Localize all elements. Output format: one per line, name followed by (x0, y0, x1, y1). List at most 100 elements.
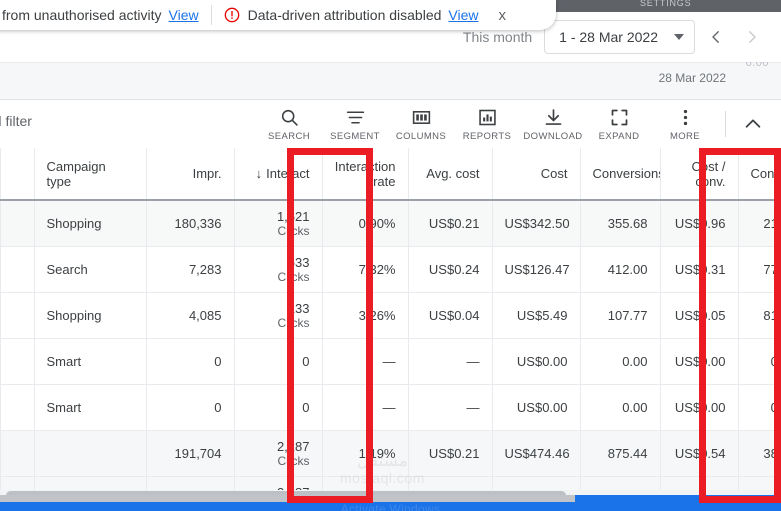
table-row[interactable]: Search 7,283 533 Clicks 7.32% US$0.24 US$126.4… (0, 246, 781, 293)
toast-left-view-link[interactable]: View (169, 7, 199, 23)
cell-campaign_type: Shopping (34, 292, 147, 339)
expand-button[interactable]: EXPAND (586, 101, 652, 147)
cell-impr-value: 0 (214, 399, 222, 415)
cell-cost-value: US$5.49 (516, 307, 568, 323)
cell-conversions: 875.44 (580, 430, 661, 477)
cell-impr-value: 7,283 (188, 261, 222, 277)
column-header-cost[interactable]: Cost (492, 148, 581, 201)
collapse-panel-button[interactable] (733, 104, 773, 144)
cell-interactions-value: 0 (302, 399, 310, 415)
cell-impr: 7,283 (146, 246, 235, 293)
reports-button[interactable]: REPORTS (454, 101, 520, 147)
cell-conversions-value: 875.44 (607, 445, 648, 461)
cell-cost_per_conv-value: US$0.00 (674, 399, 726, 415)
cell-cost: US$126.47 (492, 246, 581, 293)
row-star-cell[interactable] (0, 430, 35, 477)
column-header-conversions[interactable]: Conversions (580, 148, 661, 201)
column-header-interaction-rate[interactable]: Interaction rate (322, 148, 409, 201)
column-header-interactions[interactable]: ↓ Interact (234, 148, 323, 201)
cell-avg_cost: — (408, 338, 493, 385)
chevron-up-icon (745, 119, 761, 128)
next-period-button[interactable] (737, 22, 767, 52)
cell-impr-value: 180,336 (174, 215, 222, 231)
cell-interactions-unit: Clicks (277, 315, 310, 330)
cell-impr: 0 (146, 338, 235, 385)
cell-interaction_rate: 7.32% (322, 246, 409, 293)
cell-campaign_type-value: Smart (46, 353, 82, 369)
segment-button[interactable]: SEGMENT (322, 101, 388, 147)
row-star-cell[interactable] (0, 292, 35, 339)
cell-cost_per_conv-value: US$0.96 (674, 215, 726, 231)
scrollbar-track-remnant (0, 495, 575, 502)
table-toolbar: SEARCH SEGMENT COLUMNS REPORTS DOWNLOAD … (256, 100, 773, 148)
table-row[interactable]: Smart 0 0 — — US$0.00 0.00 US$0.00 0.00% (0, 338, 781, 385)
cell-cost: US$0.00 (492, 384, 581, 431)
row-star-cell[interactable] (0, 338, 35, 385)
cell-avg_cost-value: US$0.24 (428, 261, 480, 277)
bottom-blue-bar: Activate Windows (0, 495, 781, 511)
cell-avg_cost-value: US$0.21 (428, 215, 480, 231)
table-row[interactable]: 191,704 2,287Clicks 1.19% US$0.21 US$474.46 8… (0, 430, 781, 477)
cell-interaction_rate: 0.90% (322, 200, 409, 247)
cell-interactions-value: 0 (302, 353, 310, 369)
chevron-left-icon (712, 31, 719, 43)
column-header-conv-rate[interactable]: Conv. rate (738, 148, 781, 201)
cell-impr: 4,085 (146, 292, 235, 339)
close-icon[interactable]: x (493, 6, 513, 25)
cell-interaction_rate: 1.19% (322, 430, 409, 477)
cell-interactions-unit: Clicks (277, 453, 310, 468)
cell-cost_per_conv: US$0.00 (660, 384, 739, 431)
column-header-avg-cost-label: Avg. cost (426, 166, 480, 181)
table-row[interactable]: Smart 0 0 — — US$0.00 0.00 US$0.00 0.00% (0, 384, 781, 431)
cell-interactions: 0 (234, 338, 323, 385)
column-header-campaign-type-label: Campaign type (46, 158, 106, 189)
cell-impr-value: 4,085 (188, 307, 222, 323)
previous-period-button[interactable] (701, 22, 731, 52)
cell-interaction_rate: — (322, 384, 409, 431)
cell-avg_cost-value: US$0.21 (428, 445, 480, 461)
cell-conversions: 107.77 (580, 292, 661, 339)
table-header-row: Campaign type Impr. ↓ Interact Interactio… (0, 148, 781, 201)
cell-interactions-value: 133 (287, 300, 310, 316)
cell-cost: US$0.00 (492, 338, 581, 385)
app-root: SETTINGS from unauthorised activity View… (0, 0, 781, 511)
column-header-cost-per-conv[interactable]: Cost / conv. (660, 148, 739, 201)
cell-avg_cost: US$0.04 (408, 292, 493, 339)
table-row[interactable]: Shopping 180,336 1,621 Clicks 0.90% US$0.21 US… (0, 200, 781, 247)
reports-button-label: REPORTS (462, 131, 512, 142)
segment-button-label: SEGMENT (330, 131, 380, 142)
column-header-avg-cost[interactable]: Avg. cost (408, 148, 493, 201)
cell-campaign_type-value: Search (46, 261, 88, 277)
column-header-conversions-label: Conversions (592, 166, 660, 181)
search-button[interactable]: SEARCH (256, 101, 322, 147)
cell-conversions-value: 107.77 (607, 307, 648, 323)
date-range-selector[interactable]: 1 - 28 Mar 2022 (544, 20, 695, 54)
columns-button[interactable]: COLUMNS (388, 101, 454, 147)
column-header-campaign-type[interactable]: Campaign type (34, 148, 147, 201)
chevron-down-icon (674, 34, 684, 40)
campaign-table: Campaign type Impr. ↓ Interact Interactio… (0, 148, 781, 493)
expand-icon (609, 106, 630, 128)
more-button[interactable]: MORE (652, 101, 718, 147)
more-vertical-icon (675, 106, 696, 128)
row-star-cell[interactable] (0, 200, 35, 247)
cell-cost_per_conv: US$0.31 (660, 246, 739, 293)
column-header-interaction-rate-label: Interaction rate (334, 158, 396, 189)
cell-avg_cost: US$0.21 (408, 430, 493, 477)
performance-table[interactable]: Campaign type Impr. ↓ Interact Interactio… (0, 148, 781, 493)
cell-interactions: 2,287Clicks (234, 430, 323, 477)
column-header-impr-label: Impr. (192, 166, 222, 181)
chart-x-axis-label: 28 Mar 2022 (658, 71, 726, 85)
toast-divider (210, 5, 212, 25)
cell-avg_cost-value: — (466, 353, 480, 369)
column-header-impr[interactable]: Impr. (146, 148, 235, 201)
columns-icon (411, 106, 432, 128)
row-star-cell[interactable] (0, 384, 35, 431)
cell-cost: US$5.49 (492, 292, 581, 339)
download-button[interactable]: DOWNLOAD (520, 101, 586, 147)
toast-right-view-link[interactable]: View (448, 7, 478, 23)
add-filter-button[interactable]: dd filter (0, 113, 32, 129)
table-row[interactable]: Shopping 4,085 133 Clicks 3.26% US$0.04 US$5.4… (0, 292, 781, 339)
row-star-cell[interactable] (0, 246, 35, 293)
chart-bottom-strip: 0.00 28 Mar 2022 (0, 57, 781, 100)
